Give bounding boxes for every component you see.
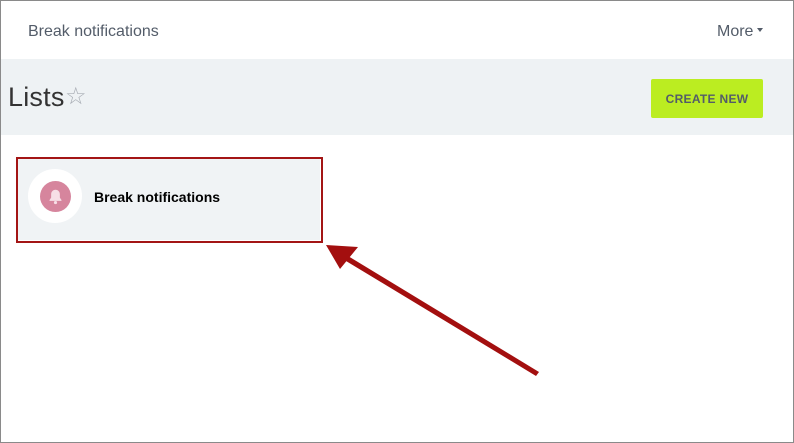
- window-frame: Break notifications More Lists ☆ CREATE …: [0, 0, 794, 443]
- annotation-arrow-shaft: [346, 256, 539, 376]
- annotation-arrow: [326, 245, 539, 376]
- annotation-arrow-head: [326, 245, 358, 269]
